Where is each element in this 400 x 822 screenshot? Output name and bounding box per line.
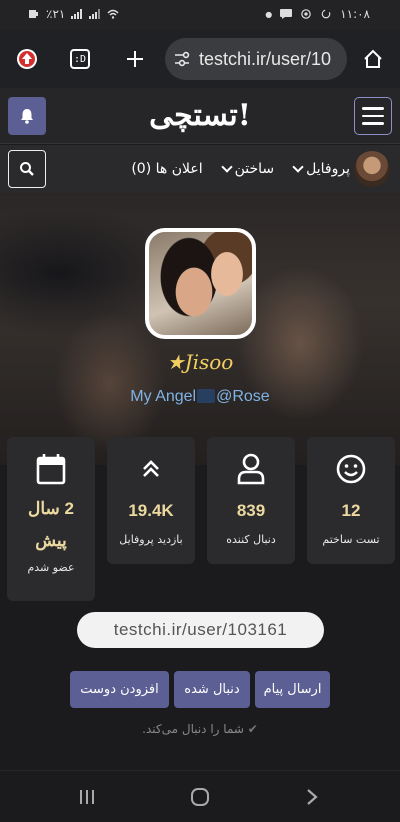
stat-label: تست ساختم — [322, 533, 380, 546]
stat-card-views[interactable]: 19.4K بازدید پروفایل — [107, 437, 195, 564]
home-nav-button[interactable] — [186, 783, 214, 811]
notifications-button[interactable] — [8, 97, 46, 135]
calendar-icon — [36, 451, 66, 487]
site-logo[interactable]: تستچی! — [140, 94, 260, 138]
system-nav-bar — [0, 770, 400, 822]
recents-button[interactable] — [73, 783, 101, 811]
site-header: تستچی! — [0, 88, 400, 144]
nav-item-create[interactable]: ساختن — [220, 161, 275, 177]
message-icon — [280, 9, 293, 19]
clock: ۱۱:۰۸ — [340, 7, 370, 21]
nav-item-profile[interactable]: پروفایل — [292, 161, 350, 177]
user-icon — [236, 451, 266, 487]
menu-bar — [362, 114, 384, 118]
home-button[interactable] — [356, 42, 390, 76]
status-right: ● ۱۱:۰۸ — [265, 7, 370, 21]
stat-label: بازدید پروفایل — [119, 533, 183, 546]
stats-grid: 12 تست ساختم 839 دنبال کننده 19.4K بازدی… — [6, 437, 395, 603]
nav-bar: پروفایل ساختن اعلان ها (0) — [0, 145, 400, 193]
chevron-down-icon — [292, 161, 304, 173]
sync-icon — [321, 9, 331, 19]
profile-picture[interactable] — [145, 228, 256, 339]
double-chevron-up-icon — [139, 451, 163, 487]
tabs-count: :D — [70, 49, 90, 69]
profile-bio: My Angel @Rose — [0, 388, 400, 406]
at-icon — [301, 9, 311, 19]
plus-icon — [127, 51, 143, 67]
bio-text-right: @Rose — [216, 388, 270, 405]
add-friend-button[interactable]: افزودن دوست — [70, 671, 169, 708]
smile-icon — [336, 451, 366, 487]
bio-text-left: My Angel — [130, 388, 197, 405]
send-message-button[interactable]: ارسال پیام — [255, 671, 330, 708]
stat-value: 12 — [341, 501, 361, 520]
back-button[interactable] — [298, 783, 326, 811]
nav-avatar[interactable] — [354, 151, 390, 187]
nav-menu: پروفایل ساختن اعلان ها (0) — [131, 145, 350, 193]
nav-item-label: پروفایل — [306, 161, 350, 177]
search-button[interactable] — [8, 150, 46, 188]
battery-level: ٪۲۱ — [46, 7, 66, 21]
stat-label: عضو شدم — [27, 561, 75, 574]
status-bar: ٪۲۱ ● ۱۱:۰۸ — [0, 0, 400, 30]
followed-button[interactable]: دنبال شده — [174, 671, 250, 708]
follows-you-text: شما را دنبال می‌کند. — [142, 722, 244, 736]
chevron-right-icon — [307, 789, 318, 805]
browser-toolbar: :D testchi.ir/user/10 — [0, 30, 400, 88]
stat-card-joined[interactable]: 2 سال پیش عضو شدم — [7, 437, 95, 601]
nav-item-label: اعلان ها (0) — [131, 161, 203, 177]
site-settings-icon[interactable] — [173, 50, 191, 68]
recents-icon — [80, 790, 94, 804]
stat-label: دنبال کننده — [226, 533, 276, 546]
bell-icon — [21, 109, 33, 124]
status-left: ٪۲۱ — [28, 7, 119, 21]
tabs-button[interactable]: :D — [63, 42, 97, 76]
url-text: testchi.ir/user/10 — [199, 48, 332, 69]
wifi-icon — [107, 9, 119, 19]
address-bar[interactable]: testchi.ir/user/10 — [165, 38, 347, 80]
menu-bar — [362, 122, 384, 125]
search-icon — [20, 162, 34, 176]
stat-card-tests[interactable]: 12 تست ساختم — [307, 437, 395, 564]
hamburger-menu-button[interactable] — [354, 97, 392, 135]
battery-icon — [29, 10, 38, 18]
signal-icon-2 — [89, 9, 101, 19]
follows-you-note: ✔ شما را دنبال می‌کند. — [0, 722, 400, 736]
dot-icon: ● — [265, 9, 273, 19]
signal-icon — [71, 9, 83, 19]
check-icon: ✔ — [247, 722, 258, 736]
stat-card-followers[interactable]: 839 دنبال کننده — [207, 437, 295, 564]
emoji-icon — [197, 389, 216, 403]
stat-value: 2 سال پیش — [28, 499, 74, 550]
nav-item-notifications[interactable]: اعلان ها (0) — [131, 161, 202, 177]
new-tab-button[interactable] — [118, 42, 152, 76]
home-icon — [364, 49, 382, 68]
username: ★Jisoo — [166, 350, 234, 374]
menu-bar — [362, 107, 384, 110]
stat-value: 839 — [236, 501, 266, 520]
profile-url[interactable]: testchi.ir/user/103161 — [77, 612, 324, 648]
upgrade-button[interactable] — [10, 42, 44, 76]
chevron-down-icon — [220, 161, 233, 173]
nav-item-label: ساختن — [234, 161, 275, 177]
upload-arrow-icon — [17, 49, 37, 69]
stat-value: 19.4K — [128, 501, 174, 520]
action-buttons: ارسال پیام دنبال شده افزودن دوست — [70, 671, 330, 708]
home-circle-icon — [191, 788, 209, 806]
